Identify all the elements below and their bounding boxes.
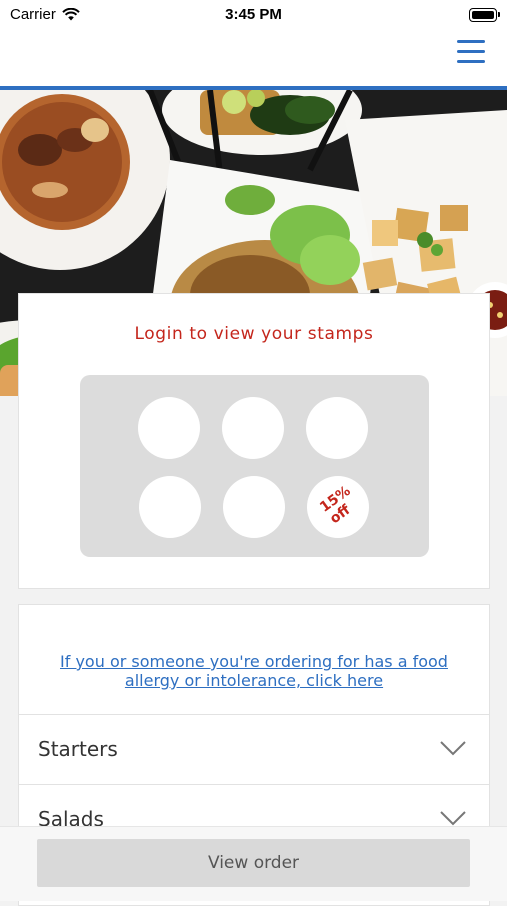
category-row-starters[interactable]: Starters [19,714,489,784]
view-order-button[interactable]: View order [37,839,470,887]
stamp-panel: 15% off [80,375,429,557]
allergy-info-link[interactable]: If you or someone you're ordering for ha… [39,652,469,690]
stamp-login-prompt[interactable]: Login to view your stamps [19,324,489,344]
battery-icon [469,8,500,22]
stamp-slot [138,397,200,459]
stamp-reward-slot: 15% off [307,476,369,538]
category-label: Starters [38,737,118,761]
app-header [0,30,507,90]
stamp-slot [306,397,368,459]
clock: 3:45 PM [225,6,282,23]
chevron-down-icon [440,811,466,826]
stamp-slot [223,476,285,538]
stamp-slot [222,397,284,459]
reward-label: 15% off [317,483,359,528]
status-bar: Carrier 3:45 PM [0,0,507,30]
footer-bar: View order [0,826,507,901]
hamburger-menu-icon[interactable] [457,40,485,64]
stamp-slot [139,476,201,538]
chevron-down-icon [440,741,466,756]
stamp-card: Login to view your stamps 15% off [18,293,490,589]
